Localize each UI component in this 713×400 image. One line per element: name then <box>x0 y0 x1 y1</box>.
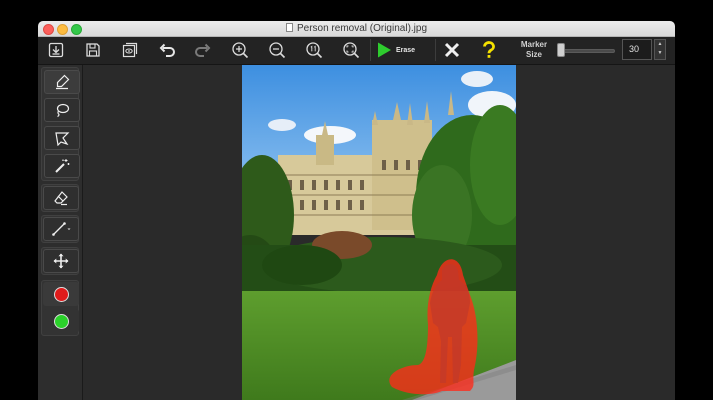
zoom-in-button[interactable] <box>228 39 252 61</box>
toolbar-divider <box>370 39 371 61</box>
marker-tool[interactable] <box>44 70 80 94</box>
zoom-actual-size-icon <box>306 42 323 59</box>
lasso-tool[interactable] <box>44 98 80 122</box>
zoom-out-icon <box>269 42 286 59</box>
eraser-tools-group <box>41 184 79 212</box>
marker-size-label: Marker Size <box>520 40 548 59</box>
marker-size-slider[interactable] <box>557 49 615 53</box>
lasso-icon <box>56 103 70 118</box>
preview-icon <box>122 42 138 58</box>
zoom-actual-size-button[interactable] <box>302 39 326 61</box>
keep-color-button[interactable] <box>43 309 79 333</box>
save-icon <box>86 43 100 57</box>
canvas-area[interactable] <box>83 65 675 400</box>
title-bar: Person removal (Original).jpg <box>38 21 675 37</box>
redo-button[interactable] <box>191 39 215 61</box>
remove-color-button[interactable] <box>43 282 79 306</box>
line-tools-group <box>41 215 79 243</box>
marker-pen-icon <box>56 74 70 90</box>
marker-size-input[interactable]: 30 <box>622 39 652 60</box>
keep-color-swatch <box>53 313 69 329</box>
save-button[interactable] <box>81 39 105 61</box>
move-tool[interactable] <box>43 249 79 273</box>
toolbar-divider <box>435 39 436 61</box>
selection-tools-group <box>41 67 80 181</box>
remove-color-swatch <box>53 286 69 302</box>
move-tools-group <box>41 247 79 275</box>
open-file-icon <box>48 42 64 58</box>
play-icon <box>378 42 391 58</box>
erase-label: Erase <box>396 46 416 54</box>
zoom-out-button[interactable] <box>265 39 289 61</box>
landscape-photo <box>242 65 516 400</box>
document-icon <box>285 23 293 32</box>
color-tools-group <box>41 280 79 336</box>
redo-icon <box>195 43 211 57</box>
stepper-up-icon[interactable]: ▲ <box>658 41 663 47</box>
line-tool[interactable] <box>43 217 79 241</box>
question-mark-icon <box>483 41 495 58</box>
eraser-icon <box>54 191 68 206</box>
line-icon <box>52 222 71 236</box>
cancel-button[interactable] <box>440 39 464 61</box>
undo-button[interactable] <box>155 39 179 61</box>
magic-wand-icon <box>55 159 70 173</box>
help-button[interactable] <box>477 39 501 61</box>
erase-button[interactable]: Erase <box>376 39 432 61</box>
zoom-fit-button[interactable] <box>339 39 363 61</box>
move-arrows-icon <box>53 253 69 269</box>
app-window: Person removal (Original).jpg Erase Mark… <box>38 21 675 400</box>
zoom-in-icon <box>232 42 249 59</box>
tools-panel <box>38 65 83 400</box>
photo-canvas[interactable] <box>242 65 516 400</box>
magic-wand-tool[interactable] <box>44 154 80 178</box>
marker-size-stepper[interactable]: ▲ ▼ <box>654 39 666 60</box>
toolbar: Erase Marker Size 30 ▲ ▼ <box>38 37 675 65</box>
polygon-lasso-icon <box>55 132 70 146</box>
open-file-button[interactable] <box>44 39 68 61</box>
window-title-text: Person removal (Original).jpg <box>296 23 428 34</box>
stepper-down-icon[interactable]: ▼ <box>658 50 663 56</box>
window-title: Person removal (Original).jpg <box>38 22 675 35</box>
polygon-lasso-tool[interactable] <box>44 126 80 150</box>
zoom-fit-icon <box>343 42 360 59</box>
marker-size-slider-thumb[interactable] <box>556 43 565 57</box>
eraser-tool[interactable] <box>43 186 79 210</box>
preview-button[interactable] <box>118 39 142 61</box>
x-icon <box>444 42 460 58</box>
undo-icon <box>159 43 175 57</box>
